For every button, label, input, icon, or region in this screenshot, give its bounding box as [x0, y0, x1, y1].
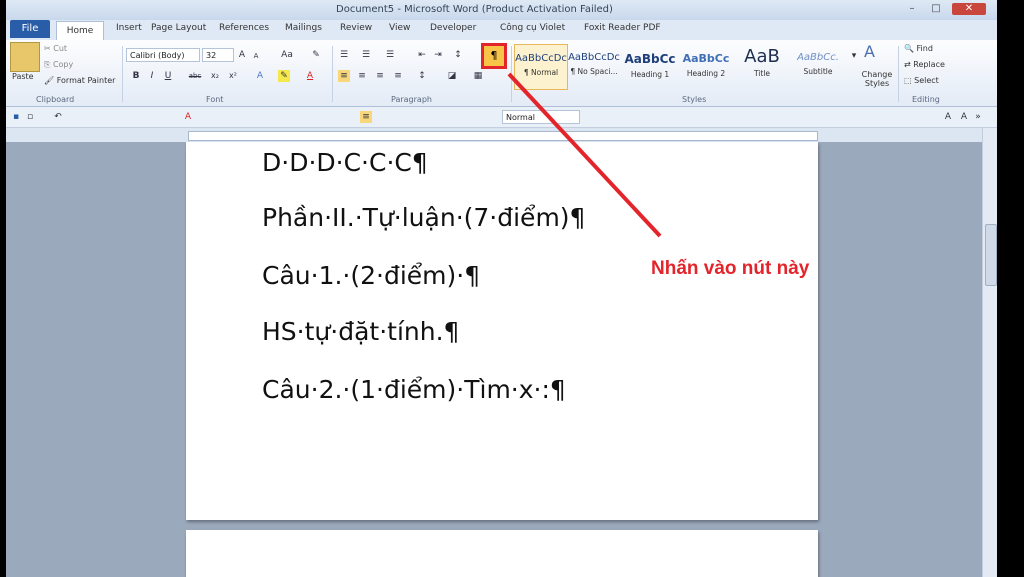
- word-window: Document5 - Microsoft Word (Product Acti…: [6, 0, 997, 577]
- annotation-arrow: [507, 72, 662, 238]
- annotation-text: Nhấn vào nút này: [651, 258, 810, 279]
